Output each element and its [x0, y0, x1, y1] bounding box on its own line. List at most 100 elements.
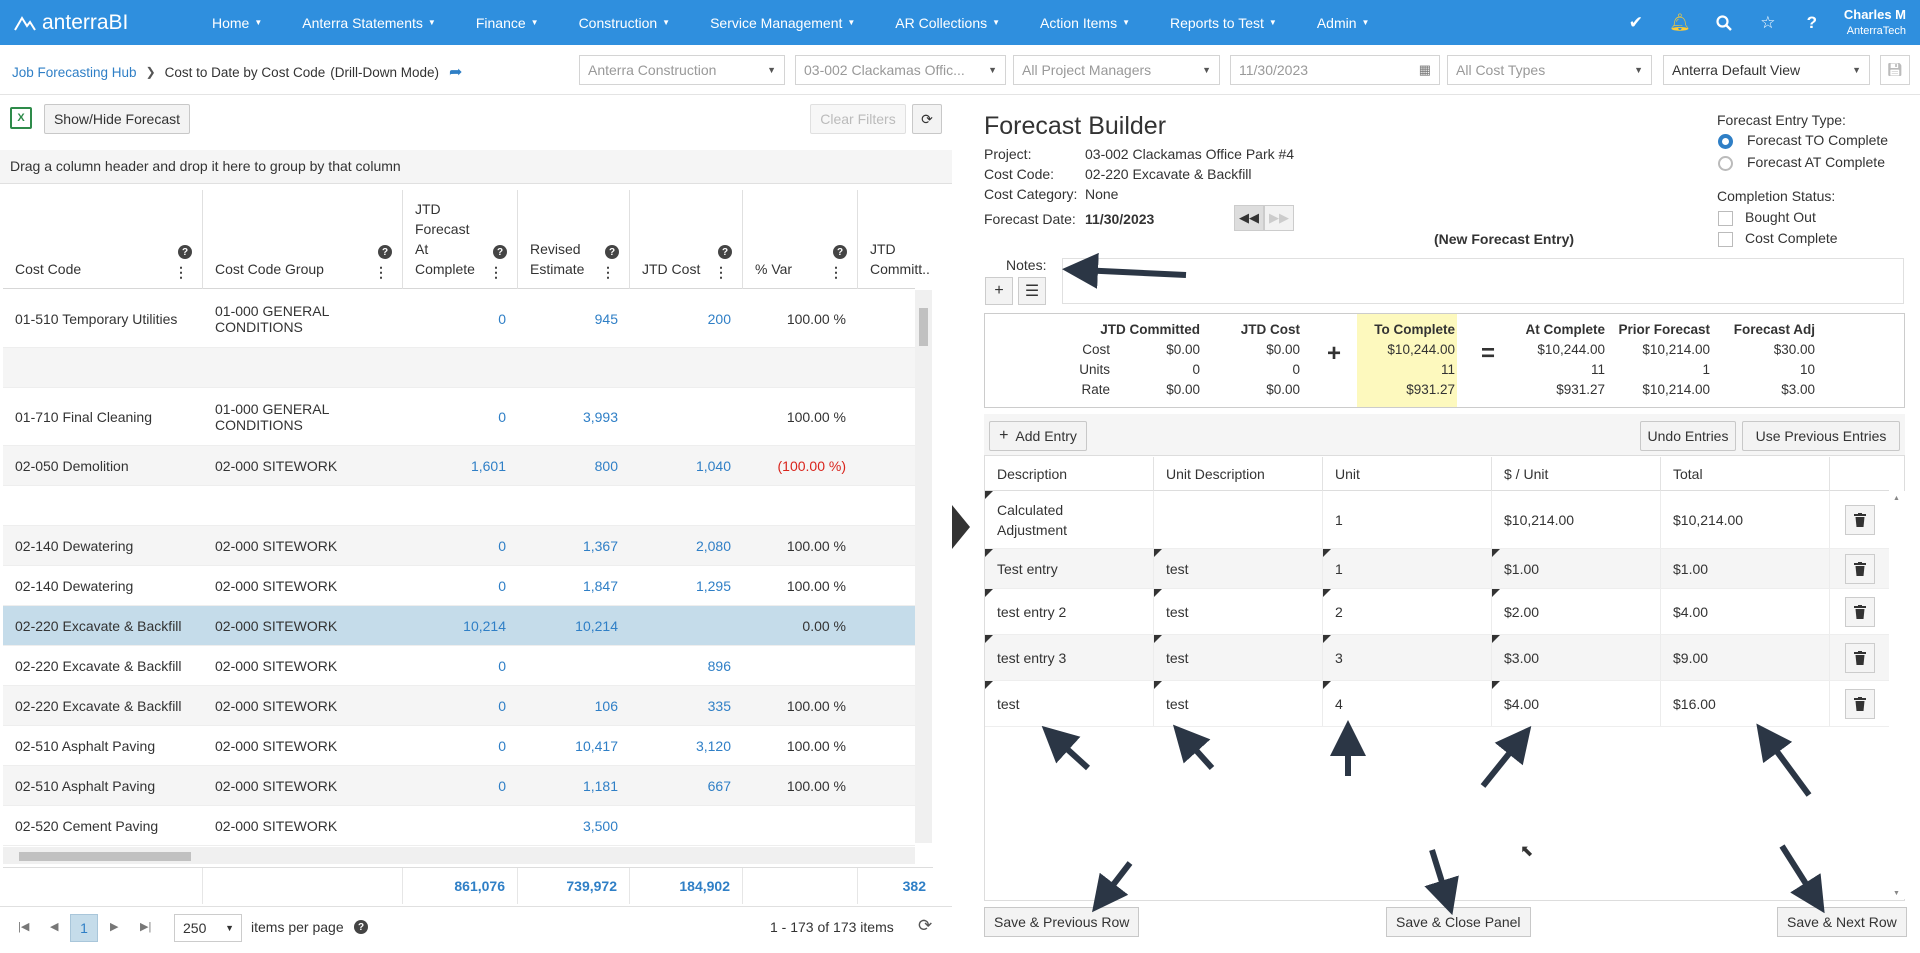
entry-cell-desc[interactable]: Test entry — [985, 549, 1154, 588]
page-size-select[interactable]: 250 ▼ — [174, 914, 242, 942]
entry-cell-per-unit[interactable]: $2.00 — [1492, 589, 1661, 634]
checkbox-cost-complete[interactable]: Cost Complete — [1718, 230, 1838, 247]
entry-cell-unit-desc[interactable]: test — [1154, 589, 1323, 634]
entry-cell-desc[interactable]: test entry 3 — [985, 635, 1154, 680]
col-header-jtd-committed[interactable]: JTD Committ... — [858, 190, 930, 289]
entry-cell-total[interactable]: $10,214.00 — [1661, 491, 1830, 548]
table-row[interactable] — [3, 486, 915, 526]
brand-logo[interactable]: anterraBI — [14, 11, 192, 35]
table-row[interactable]: 02-520 Cement Paving 02-000 SITEWORK 3,500 — [3, 806, 915, 846]
help-icon[interactable]: ? — [378, 245, 392, 259]
entry-cell-unit-desc[interactable]: test — [1154, 549, 1323, 588]
entry-cell-total[interactable]: $9.00 — [1661, 635, 1830, 680]
add-note-icon[interactable]: + — [985, 277, 1013, 305]
help-icon[interactable]: ? — [493, 245, 507, 259]
entry-col-per-unit[interactable]: $ / Unit — [1492, 457, 1661, 491]
col-header-cost-code-group[interactable]: Cost Code Group? ⋮ — [203, 190, 403, 289]
prev-page-icon[interactable]: ◀ — [50, 920, 58, 933]
column-menu-icon[interactable]: ⋮ — [601, 264, 615, 281]
col-header-revised-estimate[interactable]: Revised Estimate? ⋮ — [518, 190, 630, 289]
save-close-panel-button[interactable]: Save & Close Panel — [1386, 907, 1531, 937]
entry-cell-desc[interactable]: test entry 2 — [985, 589, 1154, 634]
entry-cell-unit-desc[interactable]: test — [1154, 635, 1323, 680]
entry-cell-per-unit[interactable]: $10,214.00 — [1492, 491, 1661, 548]
trash-icon[interactable] — [1845, 597, 1875, 627]
help-icon[interactable]: ? — [605, 245, 619, 259]
cost-types-select[interactable]: All Cost Types ▼ — [1447, 55, 1652, 85]
help-icon[interactable]: ? — [178, 245, 192, 259]
help-icon[interactable]: ? — [833, 245, 847, 259]
entry-cell-total[interactable]: $16.00 — [1661, 681, 1830, 726]
table-row[interactable]: 02-050 Demolition 02-000 SITEWORK 1,601 800… — [3, 446, 915, 486]
entry-cell-unit[interactable]: 1 — [1323, 549, 1492, 588]
list-notes-icon[interactable]: ☰ — [1018, 277, 1046, 305]
entry-row[interactable]: test entry 2 test 2 $2.00 $4.00 — [985, 589, 1889, 635]
company-select[interactable]: Anterra Construction ▼ — [579, 55, 785, 85]
table-row[interactable]: 02-220 Excavate & Backfill 02-000 SITEWOR… — [3, 686, 915, 726]
panel-toggle-icon[interactable] — [952, 505, 970, 549]
project-managers-select[interactable]: All Project Managers ▼ — [1013, 55, 1220, 85]
table-row[interactable]: 02-510 Asphalt Paving 02-000 SITEWORK 0 1,1… — [3, 766, 915, 806]
checkbox-bought-out[interactable]: Bought Out — [1718, 209, 1816, 226]
scroll-thumb[interactable] — [19, 852, 191, 861]
entry-cell-unit[interactable]: 2 — [1323, 589, 1492, 634]
entry-cell-per-unit[interactable]: $4.00 — [1492, 681, 1661, 726]
group-drop-zone[interactable]: Drag a column header and drop it here to… — [0, 150, 952, 184]
page-number-button[interactable]: 1 — [70, 914, 98, 942]
entry-cell-desc[interactable]: Calculated Adjustment — [985, 491, 1154, 548]
trash-icon[interactable] — [1845, 554, 1875, 584]
entry-cell-per-unit[interactable]: $1.00 — [1492, 549, 1661, 588]
trash-icon[interactable] — [1845, 505, 1875, 535]
table-row[interactable]: 02-510 Asphalt Paving 02-000 SITEWORK 0 10,… — [3, 726, 915, 766]
table-row[interactable]: 02-140 Dewatering 02-000 SITEWORK 0 1,847 1,… — [3, 566, 915, 606]
column-menu-icon[interactable]: ⋮ — [489, 264, 503, 281]
trash-icon[interactable] — [1845, 643, 1875, 673]
use-previous-entries-button[interactable]: Use Previous Entries — [1742, 421, 1900, 451]
entry-cell-unit[interactable]: 1 — [1323, 491, 1492, 548]
nav-service-management[interactable]: Service Management ▼ — [690, 0, 875, 45]
entry-row[interactable]: Test entry test 1 $1.00 $1.00 — [985, 549, 1889, 589]
col-header-jtd-forecast[interactable]: JTD Forecast At Complete? ⋮ — [403, 190, 518, 289]
nav-finance[interactable]: Finance ▼ — [456, 0, 559, 45]
grid-vertical-scrollbar[interactable] — [915, 290, 932, 843]
entry-row[interactable]: test entry 3 test 3 $3.00 $9.00 — [985, 635, 1889, 681]
entry-cell-total[interactable]: $4.00 — [1661, 589, 1830, 634]
nav-admin[interactable]: Admin ▼ — [1297, 0, 1390, 45]
date-picker[interactable]: 11/30/2023 ▦ — [1230, 55, 1440, 85]
trash-icon[interactable] — [1845, 689, 1875, 719]
view-select[interactable]: Anterra Default View ▼ — [1663, 55, 1870, 85]
col-header-pct-var[interactable]: % Var? ⋮ — [743, 190, 858, 289]
entries-scrollbar[interactable]: ▲ ▼ — [1889, 491, 1905, 899]
fast-forward-icon[interactable]: ▶▶ — [1264, 205, 1294, 231]
help-icon[interactable]: ? — [718, 245, 732, 259]
refresh-icon[interactable]: ⟳ — [918, 916, 932, 936]
table-row[interactable]: 01-510 Temporary Utilities 01-000 GENERAL… — [3, 290, 915, 348]
radio-forecast-to-complete[interactable]: Forecast TO Complete — [1718, 132, 1888, 149]
col-header-cost-code[interactable]: Cost Code? ⋮ — [3, 190, 203, 289]
save-view-icon[interactable]: 💾︎ — [1880, 55, 1910, 85]
show-hide-forecast-button[interactable]: Show/Hide Forecast — [44, 104, 190, 134]
nav-anterra-statements[interactable]: Anterra Statements ▼ — [282, 0, 456, 45]
nav-construction[interactable]: Construction ▼ — [559, 0, 691, 45]
entry-col-unit[interactable]: Unit — [1323, 457, 1492, 491]
scroll-down-icon[interactable]: ▼ — [1893, 890, 1900, 897]
bell-icon[interactable]: 🔔︎ — [1658, 0, 1702, 45]
table-row[interactable]: 01-710 Final Cleaning 01-000 GENERAL COND… — [3, 388, 915, 446]
first-page-icon[interactable]: |◀ — [18, 920, 29, 933]
entry-col-total[interactable]: Total — [1661, 457, 1830, 491]
entry-cell-unit-desc[interactable] — [1154, 491, 1323, 548]
calendar-icon[interactable]: ▦ — [1419, 62, 1431, 78]
radio-forecast-at-complete[interactable]: Forecast AT Complete — [1718, 154, 1885, 171]
excel-export-icon[interactable]: X — [10, 107, 32, 129]
save-previous-row-button[interactable]: Save & Previous Row — [984, 907, 1140, 937]
column-menu-icon[interactable]: ⋮ — [174, 264, 188, 281]
table-row[interactable]: 02-220 Excavate & Backfill 02-000 SITEWOR… — [3, 646, 915, 686]
clear-filters-button[interactable]: Clear Filters — [810, 104, 906, 134]
next-page-icon[interactable]: ▶ — [110, 920, 118, 933]
entry-cell-unit[interactable]: 3 — [1323, 635, 1492, 680]
nav-action-items[interactable]: Action Items ▼ — [1020, 0, 1150, 45]
nav-ar-collections[interactable]: AR Collections ▼ — [875, 0, 1020, 45]
entry-row[interactable]: Calculated Adjustment 1 $10,214.00 $10,214.… — [985, 491, 1889, 549]
project-select[interactable]: 03-002 Clackamas Offic... ▼ — [795, 55, 1006, 85]
entry-col-unit-description[interactable]: Unit Description — [1154, 457, 1323, 491]
